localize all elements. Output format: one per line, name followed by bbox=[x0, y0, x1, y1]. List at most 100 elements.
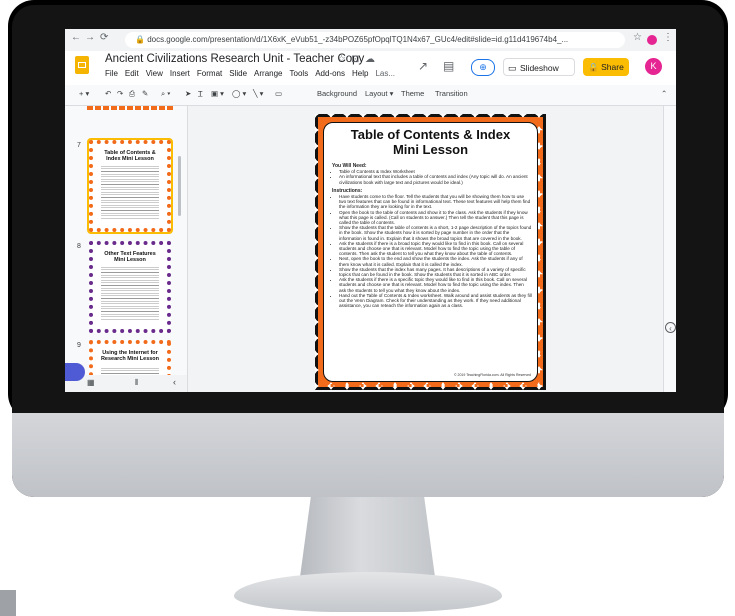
slide-body-text[interactable]: You Will Need: Table of Contents & Index… bbox=[332, 163, 532, 308]
slideshow-label: Slideshow bbox=[520, 63, 559, 73]
layout-button[interactable]: Layout ▾ bbox=[365, 89, 393, 98]
thumbnail-title: Table of Contents & Index Mini Lesson bbox=[104, 150, 156, 162]
menu-arrange[interactable]: Arrange bbox=[254, 69, 282, 78]
account-avatar[interactable]: K bbox=[645, 58, 662, 75]
screen: ← → ⟳ 🔒 docs.google.com/presentation/d/1… bbox=[65, 29, 676, 392]
need-item: An informational text that includes a ta… bbox=[339, 174, 532, 184]
expand-side-panel-icon[interactable]: ‹ bbox=[665, 322, 676, 333]
slide-title-line-2: Mini Lesson bbox=[392, 142, 469, 157]
collapse-toolbar-icon[interactable]: ⌃ bbox=[661, 89, 667, 98]
filmstrip-bottom-bar: ▦ ⦀ ‹ bbox=[65, 375, 187, 392]
instructions-list: Have students come to the floor. Tell th… bbox=[332, 194, 532, 308]
slide-title-line-1: Table of Contents & Index bbox=[350, 127, 511, 142]
transition-button[interactable]: Transition bbox=[435, 89, 468, 98]
menu-last-edit[interactable]: Las... bbox=[375, 69, 395, 78]
select-icon[interactable]: ➤ bbox=[185, 89, 191, 98]
forward-icon[interactable]: → bbox=[85, 32, 95, 43]
floor-shadow bbox=[0, 590, 16, 616]
redo-icon[interactable]: ↷ bbox=[117, 89, 123, 98]
slideshow-button[interactable]: ▭ Slideshow bbox=[503, 58, 575, 76]
move-folder-icon[interactable]: ⊡ bbox=[351, 54, 359, 65]
instructions-heading: Instructions: bbox=[332, 187, 363, 194]
document-title[interactable]: Ancient Civilizations Research Unit - Te… bbox=[105, 53, 364, 65]
need-list: Table of Contents & Index Worksheet An i… bbox=[332, 169, 532, 185]
slide-number: 7 bbox=[77, 142, 81, 149]
slide-content-box: Table of Contents & Index Mini Lesson Yo… bbox=[323, 122, 538, 382]
meet-camera-icon[interactable] bbox=[65, 363, 85, 381]
new-slide-icon[interactable]: + ▾ bbox=[79, 89, 89, 98]
undo-icon[interactable]: ↶ bbox=[105, 89, 111, 98]
thumbnail-title: Using the Internet for Research Mini Les… bbox=[100, 350, 160, 362]
thumbnail-text-lines bbox=[101, 164, 159, 220]
comment-icon[interactable]: ▭ bbox=[275, 89, 282, 98]
need-heading: You Will Need: bbox=[332, 163, 367, 169]
share-label: Share bbox=[601, 62, 624, 72]
instruction-item: Have students come to the floor. Tell th… bbox=[339, 194, 532, 210]
slide-thumbnail-8[interactable]: Other Text Features Mini Lesson bbox=[89, 241, 171, 333]
url-text: docs.google.com/presentation/d/1X6xK_eVu… bbox=[147, 35, 569, 44]
slide-thumbnail-7[interactable]: Table of Contents & Index Mini Lesson bbox=[87, 138, 173, 234]
reload-icon[interactable]: ⟳ bbox=[100, 32, 108, 43]
slide-title[interactable]: Table of Contents & Index Mini Lesson bbox=[330, 127, 531, 157]
instruction-item: Show the students that the index has man… bbox=[339, 267, 532, 277]
app-header: Ancient Civilizations Research Unit - Te… bbox=[65, 51, 676, 85]
line-icon[interactable]: ╲ ▾ bbox=[253, 89, 263, 98]
filmstrip-scrollbar[interactable] bbox=[178, 156, 181, 216]
zoom-icon[interactable]: ⌕ ▾ bbox=[161, 89, 170, 99]
instruction-item: Hand out the Table of Contents & Index w… bbox=[339, 293, 532, 309]
address-bar[interactable]: 🔒 docs.google.com/presentation/d/1X6xK_e… bbox=[125, 32, 625, 48]
meet-present-icon[interactable]: ⊕ bbox=[471, 59, 495, 76]
slides-logo-icon[interactable] bbox=[75, 56, 89, 74]
back-icon[interactable]: ← bbox=[71, 32, 81, 43]
paint-format-icon[interactable]: ✎ bbox=[142, 89, 148, 98]
monitor-stand-neck bbox=[300, 497, 435, 577]
slideshow-icon: ▭ bbox=[508, 63, 517, 73]
slide-canvas: Table of Contents & Index Mini Lesson Yo… bbox=[188, 106, 676, 392]
current-slide[interactable]: Table of Contents & Index Mini Lesson Yo… bbox=[315, 114, 546, 390]
comments-icon[interactable]: ▤ bbox=[443, 59, 454, 73]
instruction-item: Next, open the book to the end and show … bbox=[339, 256, 532, 266]
instruction-item: Show the students that the table of cont… bbox=[339, 225, 532, 241]
profile-icon[interactable] bbox=[647, 35, 657, 45]
grid-view-icon[interactable]: ▦ bbox=[87, 378, 95, 387]
filmstrip-view-icon[interactable]: ⦀ bbox=[135, 378, 139, 388]
browser-toolbar: ← → ⟳ 🔒 docs.google.com/presentation/d/1… bbox=[65, 29, 676, 52]
collapse-filmstrip-icon[interactable]: ‹ bbox=[173, 377, 176, 387]
slide-thumbnail-partial[interactable] bbox=[87, 106, 173, 110]
share-button[interactable]: 🔒 Share bbox=[583, 58, 629, 76]
activity-icon[interactable]: ↗ bbox=[418, 59, 428, 73]
menu-insert[interactable]: Insert bbox=[170, 69, 190, 78]
copyright-text: © 2019 TeachingFlorida.com. All Rights R… bbox=[453, 373, 531, 377]
star-icon[interactable]: ☆ bbox=[633, 32, 642, 43]
slide-number: 8 bbox=[77, 243, 81, 250]
monitor-chin bbox=[12, 413, 724, 497]
menu-dots-icon[interactable]: ⋮ bbox=[663, 32, 673, 43]
instruction-item: Ask the students if there is a specific … bbox=[339, 277, 532, 293]
menu-edit[interactable]: Edit bbox=[125, 69, 139, 78]
menu-tools[interactable]: Tools bbox=[290, 69, 309, 78]
menu-format[interactable]: Format bbox=[197, 69, 222, 78]
background-button[interactable]: Background bbox=[317, 89, 357, 98]
thumbnail-text-lines bbox=[101, 265, 159, 321]
slide-number: 9 bbox=[77, 342, 81, 349]
image-icon[interactable]: ▣ ▾ bbox=[211, 89, 224, 98]
menu-file[interactable]: File bbox=[105, 69, 118, 78]
textbox-icon[interactable]: T̲ bbox=[198, 89, 203, 98]
cloud-status-icon: ☁ bbox=[365, 54, 375, 65]
menu-view[interactable]: View bbox=[146, 69, 163, 78]
menu-addons[interactable]: Add-ons bbox=[315, 69, 345, 78]
instruction-item: Ask the students if there is a broad top… bbox=[339, 241, 532, 257]
thumbnail-title: Other Text Features Mini Lesson bbox=[104, 251, 156, 263]
edit-toolbar: + ▾ ↶ ↷ ⎙ ✎ ⌕ ▾ ➤ T̲ ▣ ▾ ◯ ▾ ╲ ▾ ▭ Backg… bbox=[65, 85, 676, 106]
menu-bar: File Edit View Insert Format Slide Arrange Tool… bbox=[105, 69, 402, 78]
lock-icon: 🔒 bbox=[135, 35, 148, 44]
side-panel-rail: ‹ bbox=[663, 106, 676, 392]
menu-help[interactable]: Help bbox=[352, 69, 368, 78]
shape-icon[interactable]: ◯ ▾ bbox=[232, 89, 246, 98]
theme-button[interactable]: Theme bbox=[401, 89, 424, 98]
lock-icon: 🔒 bbox=[588, 62, 602, 72]
print-icon[interactable]: ⎙ bbox=[129, 89, 135, 99]
star-document-icon[interactable]: ☆ bbox=[337, 54, 346, 65]
monitor-stand-base bbox=[234, 572, 502, 612]
menu-slide[interactable]: Slide bbox=[229, 69, 247, 78]
